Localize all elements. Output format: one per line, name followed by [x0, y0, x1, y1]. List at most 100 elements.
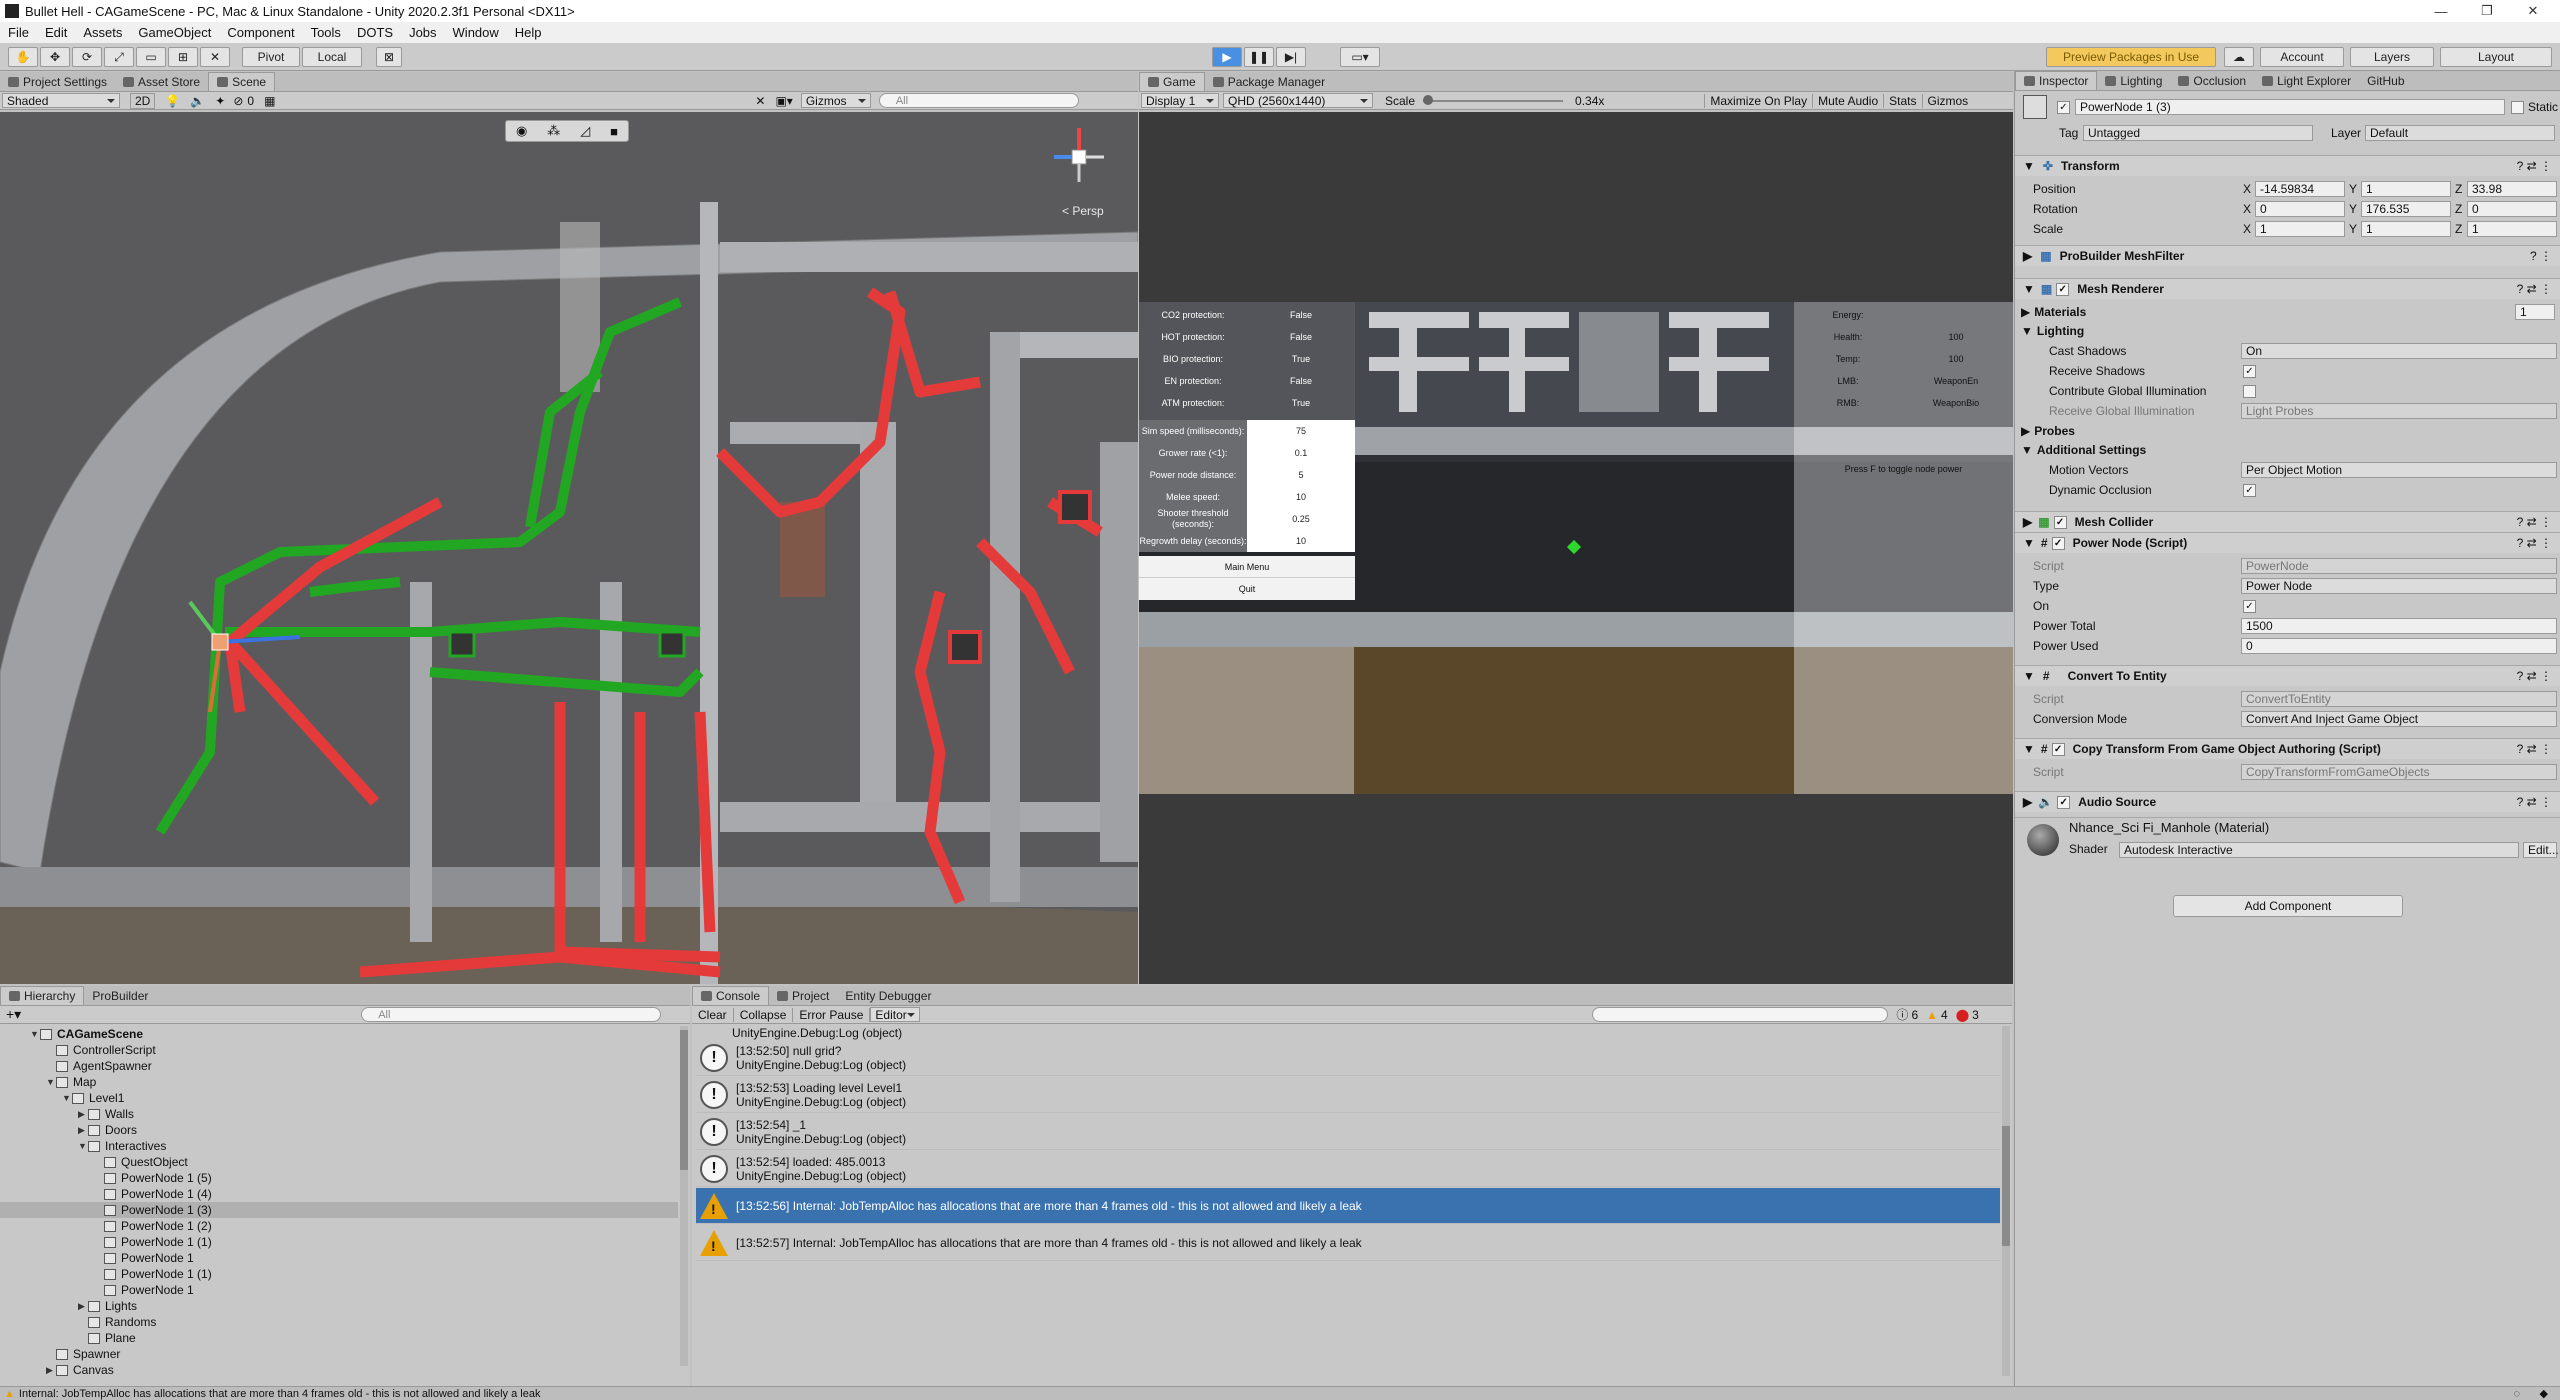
position-x-field[interactable]: -14.59834 — [2255, 181, 2345, 197]
tab-github[interactable]: GitHub — [2359, 71, 2412, 90]
scale-slider[interactable] — [1423, 94, 1564, 105]
hierarchy-item[interactable]: AgentSpawner — [0, 1058, 678, 1074]
maximize-on-play-toggle[interactable]: Maximize On Play — [1704, 93, 1812, 108]
collab-cloud-icon[interactable]: ☁ — [2224, 47, 2254, 67]
transform-header[interactable]: ▼ ✜ Transform? ⇄ ⋮ — [2015, 155, 2560, 176]
menu-help[interactable]: Help — [507, 25, 550, 40]
hierarchy-item[interactable]: PowerNode 1 (2) — [0, 1218, 678, 1234]
receive-shadows-checkbox[interactable]: ✓ — [2243, 364, 2256, 378]
tab-hierarchy[interactable]: Hierarchy — [0, 986, 85, 1005]
gizmos-dropdown[interactable]: Gizmos — [800, 93, 871, 108]
motion-vectors-dropdown[interactable]: Per Object Motion — [2241, 462, 2557, 478]
hierarchy-item[interactable]: Plane — [0, 1330, 678, 1346]
shader-dropdown[interactable]: Autodesk Interactive — [2119, 842, 2519, 858]
layer-dropdown[interactable]: Default — [2365, 125, 2555, 141]
tab-asset-store[interactable]: Asset Store — [115, 72, 208, 91]
lighting-toggle-icon[interactable]: 💡 — [165, 94, 180, 108]
hierarchy-item[interactable]: ▶ Canvas — [0, 1362, 678, 1378]
auto-generate-icon[interactable]: ◆ — [2540, 1387, 2548, 1400]
conversion-mode-dropdown[interactable]: Convert And Inject Game Object — [2241, 711, 2557, 727]
move-tool-icon[interactable]: ✥ — [40, 47, 70, 67]
menu-dots[interactable]: DOTS — [349, 25, 401, 40]
menu-assets[interactable]: Assets — [75, 25, 130, 40]
shading-mode-dropdown[interactable]: Shaded — [2, 93, 120, 108]
component-menu-icon[interactable]: ? ⇄ ⋮ — [2517, 795, 2552, 809]
tab-probuilder[interactable]: ProBuilder — [84, 986, 156, 1005]
pivot-toggle[interactable]: Pivot — [242, 47, 300, 67]
expand-arrow-icon[interactable]: ▶ — [46, 1365, 56, 1376]
account-dropdown[interactable]: Account — [2260, 47, 2344, 67]
minimize-button[interactable]: — — [2418, 0, 2464, 22]
hierarchy-item[interactable]: ▶ Doors — [0, 1122, 678, 1138]
power-used-field[interactable]: 0 — [2241, 638, 2557, 654]
rotation-y-field[interactable]: 176.535 — [2361, 201, 2451, 217]
on-checkbox[interactable]: ✓ — [2243, 599, 2256, 613]
tools-icon[interactable]: ✕ — [755, 94, 765, 108]
component-menu-icon[interactable]: ? ⇄ ⋮ — [2517, 515, 2552, 529]
tab-light-explorer[interactable]: Light Explorer — [2254, 71, 2359, 90]
expand-arrow-icon[interactable]: ▼ — [62, 1093, 72, 1103]
pause-button[interactable]: ❚❚ — [1244, 47, 1274, 67]
menu-tools[interactable]: Tools — [303, 25, 349, 40]
hand-tool-icon[interactable]: ✋ — [8, 47, 38, 67]
grid-toggle-icon[interactable]: ▦ — [264, 94, 275, 108]
console-message[interactable]: ! [13:52:54] loaded: 485.0013 UnityEngine.… — [696, 1151, 2000, 1187]
expand-arrow-icon[interactable]: ▶ — [78, 1301, 88, 1312]
meshrenderer-enabled-checkbox[interactable]: ✓ — [2056, 282, 2070, 296]
console-message[interactable]: [13:52:56] Internal: JobTempAlloc has al… — [696, 1188, 2000, 1224]
game-gizmos-toggle[interactable]: Gizmos — [1921, 93, 1974, 108]
setting-input[interactable]: 0.25 — [1247, 514, 1355, 524]
hierarchy-search[interactable]: All — [361, 1007, 662, 1022]
hierarchy-item[interactable]: PowerNode 1 (1) — [0, 1234, 678, 1250]
layers-dropdown[interactable]: Layers — [2350, 47, 2434, 67]
setting-input[interactable]: 5 — [1247, 470, 1355, 480]
probes-label[interactable]: Probes — [2034, 424, 2075, 438]
hierarchy-item[interactable]: ▶ Lights — [0, 1298, 678, 1314]
copy-transform-header[interactable]: ▼ # ✓ Copy Transform From Game Object Autho… — [2015, 738, 2560, 759]
preview-packages-badge[interactable]: Preview Packages in Use — [2046, 47, 2216, 67]
setting-input[interactable]: 75 — [1247, 426, 1355, 436]
console-scrollbar[interactable] — [2002, 1026, 2010, 1376]
setting-input[interactable]: 10 — [1247, 492, 1355, 502]
scrollbar-thumb[interactable] — [2002, 1126, 2010, 1246]
shader-edit-button[interactable]: Edit... — [2523, 842, 2559, 858]
menu-edit[interactable]: Edit — [37, 25, 75, 40]
play-button[interactable]: ▶ — [1212, 47, 1242, 67]
scale-slider-thumb[interactable] — [1423, 94, 1434, 105]
type-dropdown[interactable]: Power Node — [2241, 578, 2557, 594]
hierarchy-item[interactable]: PowerNode 1 (4) — [0, 1186, 678, 1202]
game-view[interactable]: CO2 protection: False HOT protection: Fals… — [1139, 112, 2013, 984]
add-component-button[interactable]: Add Component — [2173, 895, 2403, 917]
snap-icon[interactable]: ⊠ — [376, 47, 402, 67]
hierarchy-item[interactable]: Randoms — [0, 1314, 678, 1330]
active-checkbox[interactable]: ✓ — [2057, 100, 2070, 114]
tab-lighting[interactable]: Lighting — [2097, 71, 2170, 90]
expand-arrow-icon[interactable]: ▶ — [78, 1109, 88, 1120]
meshfilter-header[interactable]: ▶ ▦ ProBuilder MeshFilter? ⋮ — [2015, 245, 2560, 266]
collapse-button[interactable]: Collapse — [734, 1007, 794, 1022]
scale-y-field[interactable]: 1 — [2361, 221, 2451, 237]
hierarchy-item[interactable]: ▼ Map — [0, 1074, 678, 1090]
hierarchy-item[interactable]: PowerNode 1 — [0, 1250, 678, 1266]
scene-search[interactable]: All — [878, 93, 1079, 108]
2d-toggle[interactable]: 2D — [130, 92, 156, 109]
audiosource-header[interactable]: ▶ 🔈 ✓ Audio Source? ⇄ ⋮ — [2015, 791, 2560, 812]
console-message[interactable]: ! [13:52:50] null grid? UnityEngine.Debug:… — [696, 1040, 2000, 1076]
error-pause-button[interactable]: Error Pause — [793, 1007, 871, 1022]
edge-mode-icon[interactable]: ◿ — [580, 123, 590, 139]
setting-input[interactable]: 0.1 — [1247, 448, 1355, 458]
cast-shadows-dropdown[interactable]: On — [2241, 343, 2557, 359]
tab-entity-debugger[interactable]: Entity Debugger — [837, 986, 939, 1005]
menu-jobs[interactable]: Jobs — [401, 25, 444, 40]
tab-project-settings[interactable]: Project Settings — [0, 72, 115, 91]
step-button[interactable]: ▶| — [1276, 47, 1306, 67]
tab-project[interactable]: Project — [769, 986, 837, 1005]
component-menu-icon[interactable]: ? ⇄ ⋮ — [2517, 282, 2552, 296]
convert-header[interactable]: ▼ # Convert To Entity? ⇄ ⋮ — [2015, 665, 2560, 686]
component-menu-icon[interactable]: ? ⇄ ⋮ — [2517, 536, 2552, 550]
console-search[interactable] — [1592, 1007, 1889, 1022]
perspective-label[interactable]: < Persp — [1062, 204, 1104, 218]
additional-settings-label[interactable]: Additional Settings — [2037, 443, 2146, 457]
expand-arrow-icon[interactable]: ▼ — [78, 1141, 88, 1151]
powernode-enabled-checkbox[interactable]: ✓ — [2051, 536, 2065, 550]
